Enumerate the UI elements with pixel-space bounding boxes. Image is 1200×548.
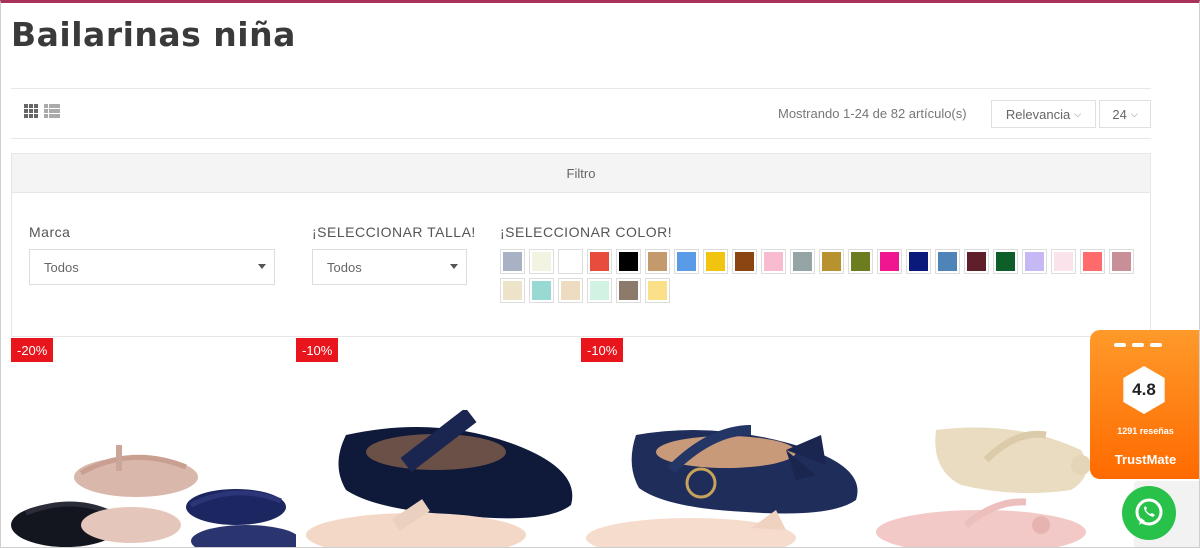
color-swatch[interactable] bbox=[848, 249, 873, 274]
color-swatch[interactable] bbox=[500, 249, 525, 274]
review-count: 1291 reseñas bbox=[1117, 426, 1174, 436]
color-swatch[interactable] bbox=[529, 249, 554, 274]
sort-label: Relevancia bbox=[1005, 106, 1071, 122]
chevron-down-icon: ⌵ bbox=[1130, 108, 1138, 119]
color-swatch[interactable] bbox=[1109, 249, 1134, 274]
discount-badge: -20% bbox=[11, 338, 54, 362]
product-image[interactable] bbox=[11, 425, 296, 548]
color-swatch[interactable] bbox=[616, 249, 641, 274]
color-swatch[interactable] bbox=[558, 249, 583, 274]
list-view-icon[interactable] bbox=[44, 104, 60, 118]
color-swatch[interactable] bbox=[616, 278, 641, 303]
per-page-select[interactable]: 24 ⌵ bbox=[1099, 100, 1151, 128]
color-swatch[interactable] bbox=[500, 278, 525, 303]
color-swatch[interactable] bbox=[906, 249, 931, 274]
color-swatch[interactable] bbox=[674, 249, 699, 274]
caret-down-icon bbox=[258, 264, 266, 269]
color-swatch[interactable] bbox=[993, 249, 1018, 274]
color-filter-label: ¡SELECCIONAR COLOR! bbox=[500, 224, 673, 240]
brand-select-value: Todos bbox=[44, 259, 79, 275]
color-swatch[interactable] bbox=[703, 249, 728, 274]
product-image[interactable] bbox=[296, 410, 586, 548]
color-swatch[interactable] bbox=[587, 249, 612, 274]
color-swatch[interactable] bbox=[587, 278, 612, 303]
sort-select[interactable]: Relevancia ⌵ bbox=[991, 100, 1096, 128]
per-page-label: 24 bbox=[1112, 106, 1127, 122]
brand-filter-label: Marca bbox=[29, 224, 71, 240]
page-title: Bailarinas niña bbox=[11, 15, 296, 54]
divider bbox=[11, 138, 1151, 139]
discount-badge: -10% bbox=[581, 338, 624, 362]
color-swatch[interactable] bbox=[529, 278, 554, 303]
filter-header[interactable]: Filtro bbox=[12, 154, 1150, 193]
trustmate-widget[interactable]: 4.8 1291 reseñas TrustMate bbox=[1090, 330, 1199, 479]
divider bbox=[11, 88, 1151, 89]
color-swatch[interactable] bbox=[732, 249, 757, 274]
size-select[interactable]: Todos bbox=[312, 249, 467, 285]
brand-select[interactable]: Todos bbox=[29, 249, 275, 285]
rating-score: 4.8 bbox=[1123, 366, 1165, 414]
whatsapp-button[interactable] bbox=[1122, 486, 1176, 540]
whatsapp-icon bbox=[1135, 498, 1163, 526]
color-swatch[interactable] bbox=[790, 249, 815, 274]
color-swatch[interactable] bbox=[558, 278, 583, 303]
size-select-value: Todos bbox=[327, 259, 362, 275]
color-swatch[interactable] bbox=[645, 249, 670, 274]
color-swatch[interactable] bbox=[761, 249, 786, 274]
product-image[interactable] bbox=[866, 420, 1096, 548]
color-swatch[interactable] bbox=[1080, 249, 1105, 274]
color-swatches bbox=[500, 249, 1140, 303]
widget-handle bbox=[1114, 343, 1162, 347]
color-swatch[interactable] bbox=[935, 249, 960, 274]
size-filter-label: ¡SELECCIONAR TALLA! bbox=[312, 224, 476, 240]
grid-view-icon[interactable] bbox=[24, 104, 40, 118]
color-swatch[interactable] bbox=[1022, 249, 1047, 274]
product-grid bbox=[1, 365, 1199, 548]
color-swatch[interactable] bbox=[645, 278, 670, 303]
page-frame: Bailarinas niña Mostrando 1-24 de 82 art… bbox=[0, 0, 1200, 548]
trustmate-logo: TrustMate bbox=[1114, 452, 1177, 467]
color-swatch[interactable] bbox=[1051, 249, 1076, 274]
discount-badge: -10% bbox=[296, 338, 339, 362]
color-swatch[interactable] bbox=[819, 249, 844, 274]
caret-down-icon bbox=[450, 264, 458, 269]
filter-panel: Filtro Marca Todos ¡SELECCIONAR TALLA! T… bbox=[11, 153, 1151, 337]
chevron-down-icon: ⌵ bbox=[1074, 108, 1082, 119]
color-swatch[interactable] bbox=[877, 249, 902, 274]
view-toggle bbox=[24, 104, 60, 118]
color-swatch[interactable] bbox=[964, 249, 989, 274]
results-count: Mostrando 1-24 de 82 artículo(s) bbox=[778, 106, 967, 121]
product-image[interactable] bbox=[581, 410, 871, 548]
